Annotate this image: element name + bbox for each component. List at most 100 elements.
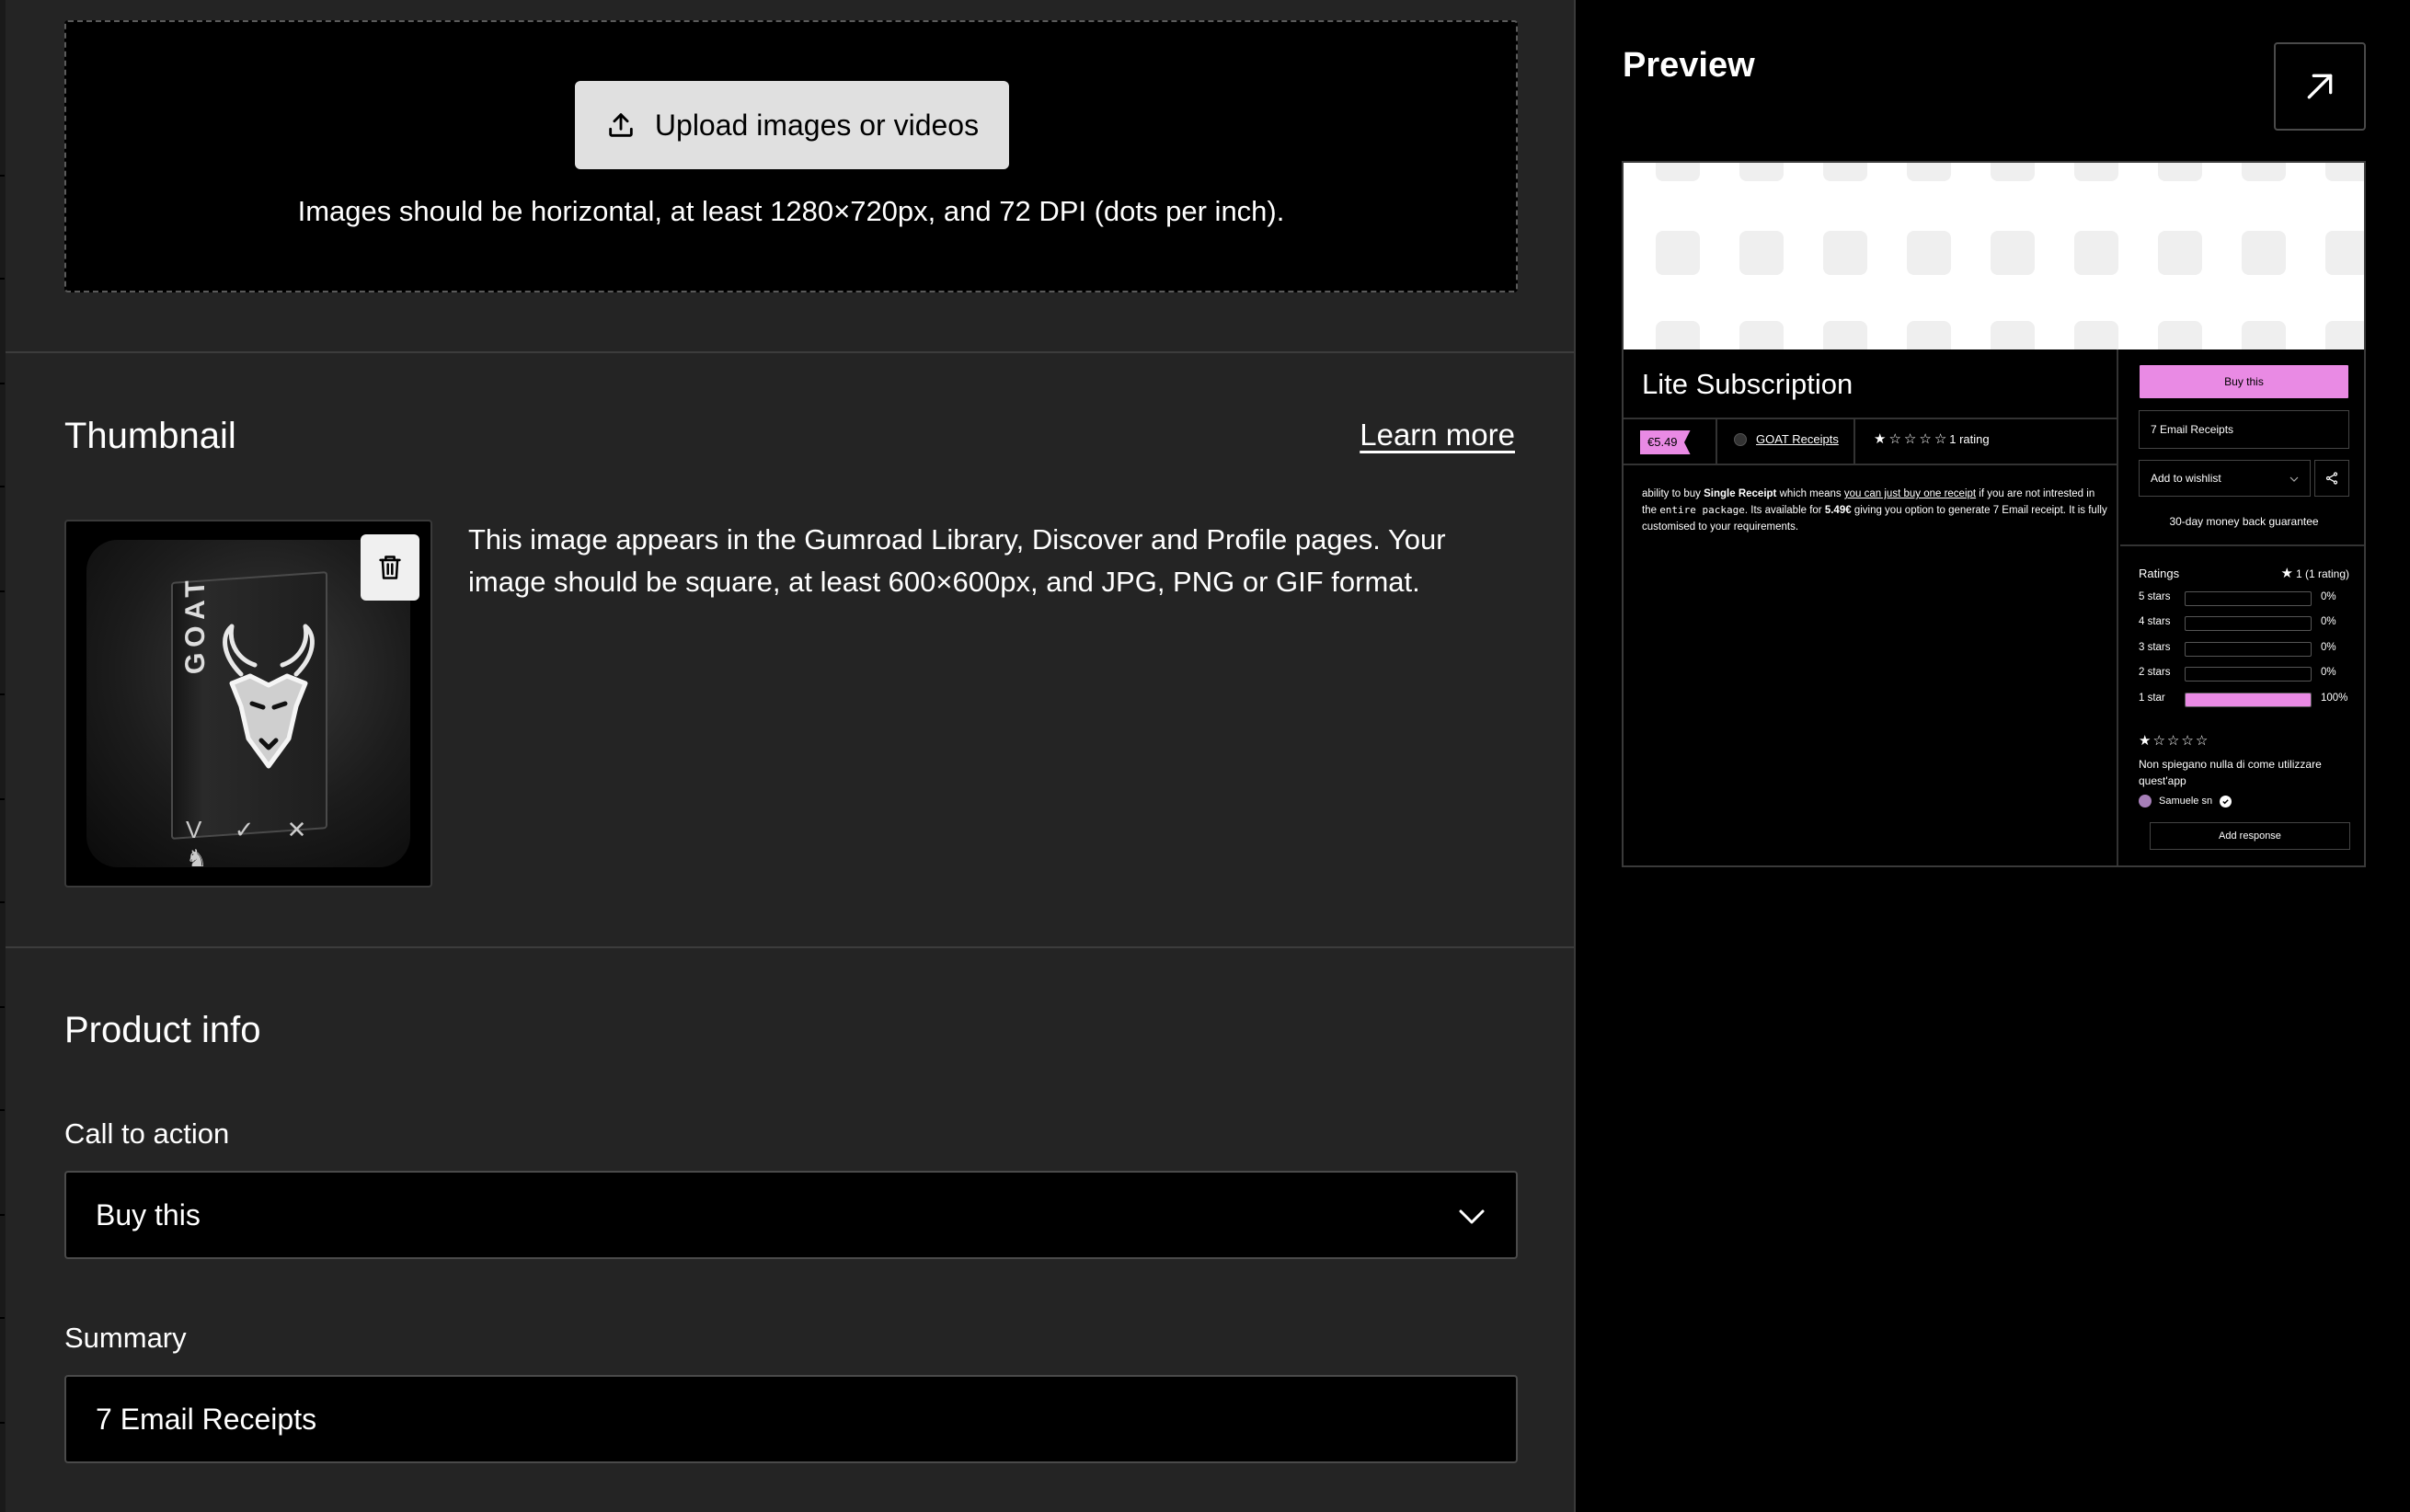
delete-thumbnail-button[interactable] — [361, 534, 419, 601]
edge-tick — [0, 1422, 5, 1424]
verified-check-icon — [2220, 795, 2232, 808]
meta-separator — [1853, 419, 1855, 464]
rating-row-bar — [2185, 591, 2312, 606]
preview-main-column: Lite Subscription €5.49 GOAT Receipts ★ … — [1624, 349, 2118, 865]
cover-pattern-icon — [1991, 231, 2035, 275]
preview-rating-count: 1 rating — [1949, 432, 1990, 446]
rating-row: 1 star 100% — [2139, 690, 2349, 708]
desc-text: which means — [1776, 488, 1844, 499]
review-stars: ★ ☆ ☆ ☆ ☆ — [2139, 734, 2208, 748]
rating-row: 3 stars 0% — [2139, 639, 2349, 658]
preview-share-button[interactable] — [2314, 460, 2349, 497]
desc-bold: 5.49€ — [1824, 505, 1852, 516]
preview-rating: ★ ☆ ☆ ☆ ☆ 1 rating — [1874, 432, 1990, 446]
cover-pattern-icon — [1656, 163, 1700, 181]
section-divider — [6, 946, 1574, 948]
call-to-action-value: Buy this — [96, 1197, 201, 1231]
preview-guarantee: 30-day money back guarantee — [2169, 515, 2319, 528]
desc-link[interactable]: you can just buy one receipt — [1844, 488, 1976, 499]
preview-buy-button[interactable]: Buy this — [2139, 364, 2349, 399]
edge-tick — [0, 1109, 5, 1111]
edge-tick — [0, 1006, 5, 1008]
rating-row-bar — [2185, 693, 2312, 707]
learn-more-link[interactable]: Learn more — [1360, 418, 1515, 452]
review-text: Non spiegano nulla di come utilizzare qu… — [2139, 758, 2322, 787]
preview-meta-bar: €5.49 GOAT Receipts ★ ☆ ☆ ☆ ☆ 1 rating — [1624, 418, 2118, 465]
wishlist-label: Add to wishlist — [2151, 472, 2221, 485]
section-divider — [6, 351, 1574, 353]
upload-media-button[interactable]: Upload images or videos — [575, 81, 1009, 169]
left-edge-strip — [0, 0, 6, 1512]
thumbnail-description: This image appears in the Gumroad Librar… — [468, 523, 1446, 598]
preview-cover-pattern — [1624, 163, 2364, 349]
avatar — [2139, 795, 2152, 808]
edge-tick — [0, 1317, 5, 1319]
preview-description: ability to buy Single Receipt which mean… — [1642, 486, 2111, 535]
edge-tick — [0, 901, 5, 903]
call-to-action-label: Call to action — [64, 1117, 230, 1150]
cover-pattern-icon — [1739, 321, 1784, 349]
rating-row: 4 stars 0% — [2139, 613, 2349, 632]
media-upload-dropzone[interactable]: Upload images or videos Images should be… — [64, 20, 1518, 292]
cover-pattern-icon — [2325, 163, 2364, 181]
summary-label: Summary — [64, 1322, 187, 1354]
edge-tick — [0, 693, 5, 695]
preview-ratings-title: Ratings — [2139, 567, 2180, 580]
edge-tick — [0, 798, 5, 800]
rating-row-bar — [2185, 616, 2312, 631]
cover-pattern-icon — [2158, 163, 2202, 181]
cover-pattern-icon — [2325, 231, 2364, 275]
preview-wishlist-select[interactable]: Add to wishlist — [2139, 460, 2311, 497]
cover-pattern-icon — [2242, 321, 2286, 349]
desc-code: entire package — [1659, 504, 1745, 516]
share-icon — [2325, 472, 2338, 485]
cover-pattern-icon — [2074, 321, 2118, 349]
rating-row: 2 stars 0% — [2139, 664, 2349, 682]
preview-creator-name[interactable]: GOAT Receipts — [1756, 432, 1839, 446]
edge-tick — [0, 1214, 5, 1216]
chevron-down-icon — [1459, 1209, 1485, 1224]
star-empty-icon: ☆ — [1934, 431, 1947, 447]
star-empty-icon: ☆ — [2166, 733, 2180, 749]
cover-pattern-icon — [2325, 321, 2364, 349]
call-to-action-select[interactable]: Buy this — [64, 1171, 1518, 1259]
product-preview-card: Lite Subscription €5.49 GOAT Receipts ★ … — [1622, 161, 2366, 867]
chevron-down-icon — [2290, 476, 2299, 482]
rating-row-bar — [2185, 642, 2312, 657]
upload-button-label: Upload images or videos — [654, 108, 980, 142]
add-response-button[interactable]: Add response — [2150, 822, 2350, 850]
cover-pattern-icon — [1823, 163, 1867, 181]
star-filled-icon: ★ — [2280, 566, 2293, 581]
star-empty-icon: ☆ — [2152, 733, 2165, 749]
edge-tick — [0, 278, 5, 280]
cover-pattern-icon — [2158, 231, 2202, 275]
reviewer: Samuele sn — [2139, 795, 2232, 808]
preview-creator[interactable]: GOAT Receipts — [1734, 432, 1839, 446]
rating-row-label: 3 stars — [2139, 642, 2171, 653]
edge-tick — [0, 590, 5, 592]
preview-product-title: Lite Subscription — [1642, 368, 1853, 400]
rating-row-percent: 0% — [2321, 591, 2336, 602]
star-empty-icon: ☆ — [1888, 431, 1901, 447]
preview-title: Preview — [1623, 46, 1755, 85]
trash-icon — [379, 556, 401, 579]
preview-sidebar: Buy this 7 Email Receipts Add to wishlis… — [2120, 349, 2364, 865]
star-filled-icon: ★ — [1874, 431, 1887, 447]
edge-tick — [0, 175, 5, 177]
cover-pattern-icon — [2074, 163, 2118, 181]
rating-row-label: 5 stars — [2139, 591, 2171, 602]
cover-pattern-icon — [2242, 163, 2286, 181]
creator-avatar — [1734, 432, 1747, 446]
summary-input[interactable]: 7 Email Receipts — [64, 1375, 1518, 1463]
thumbnail-preview: GOAT V ✓ ✕ ♞ — [64, 520, 432, 888]
open-preview-button[interactable] — [2274, 42, 2366, 131]
preview-summary: 7 Email Receipts — [2139, 410, 2349, 449]
brand-logos-strip: V ✓ ✕ ♞ — [186, 816, 320, 872]
star-filled-icon: ★ — [2139, 733, 2152, 749]
sidebar-divider — [2120, 544, 2364, 546]
cover-pattern-icon — [1739, 163, 1784, 181]
star-empty-icon: ☆ — [1919, 431, 1932, 447]
desc-bold: Single Receipt — [1704, 488, 1777, 499]
edge-tick — [0, 383, 5, 384]
rating-row-label: 4 stars — [2139, 616, 2171, 627]
